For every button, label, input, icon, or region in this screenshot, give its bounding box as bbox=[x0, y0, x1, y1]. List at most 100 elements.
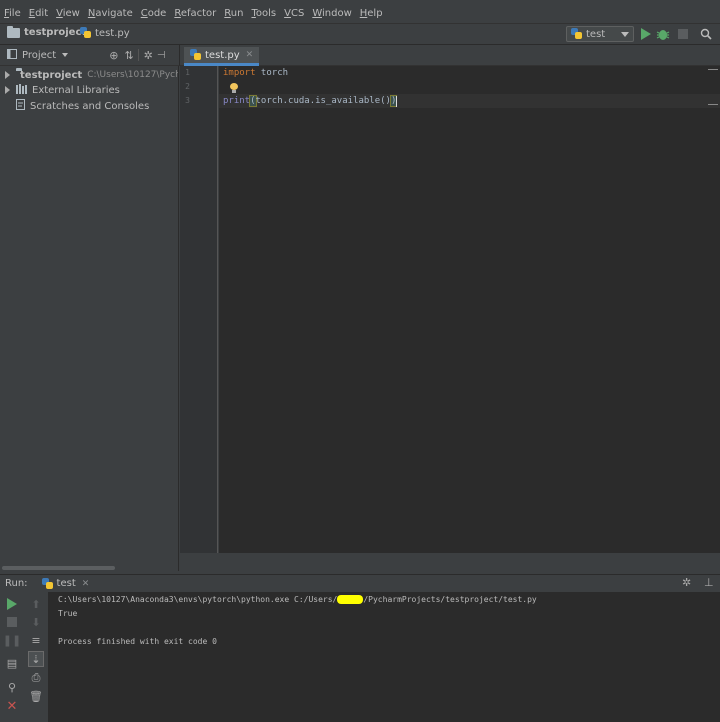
pin-icon[interactable]: ⚲ bbox=[4, 679, 20, 695]
menu-edit[interactable]: Edit bbox=[25, 8, 52, 19]
editor-gutter: 1 2 3 bbox=[180, 66, 218, 553]
breadcrumb-project-label: testproject bbox=[24, 27, 87, 38]
run-tab-label: test bbox=[56, 578, 76, 589]
hide-icon[interactable]: ⊣ bbox=[157, 50, 166, 61]
project-view-icon bbox=[7, 48, 17, 62]
run-button[interactable] bbox=[639, 27, 653, 41]
scratches-icon bbox=[16, 99, 26, 113]
project-view-select[interactable]: Project bbox=[22, 50, 56, 61]
search-button[interactable] bbox=[699, 27, 713, 41]
tree-item-label: External Libraries bbox=[32, 84, 120, 96]
folder-icon bbox=[7, 25, 20, 38]
code-editor[interactable]: import torch print(torch.cuda.is_availab… bbox=[219, 66, 720, 553]
lightbulb-icon[interactable] bbox=[230, 83, 238, 93]
scroll-to-end-icon[interactable]: ⇣ bbox=[28, 651, 44, 667]
play-icon bbox=[7, 598, 17, 610]
code-line-1: import torch bbox=[223, 66, 288, 80]
stop-button[interactable] bbox=[676, 27, 690, 41]
line-number: 3 bbox=[185, 96, 190, 105]
menu-vcs[interactable]: VCS bbox=[280, 8, 308, 19]
up-icon[interactable]: ⬆ bbox=[28, 596, 44, 612]
collapse-icon[interactable]: ⇅ bbox=[124, 49, 133, 62]
tree-item-path: C:\Users\10127\Pycha bbox=[87, 70, 179, 80]
close-icon[interactable]: ✕ bbox=[246, 50, 254, 60]
breadcrumb-project[interactable]: testproject bbox=[7, 25, 87, 38]
down-icon[interactable]: ⬇ bbox=[28, 614, 44, 630]
minimize-icon[interactable]: ⊥ bbox=[704, 576, 714, 589]
chevron-right-icon[interactable] bbox=[5, 86, 10, 94]
project-panel: testproject C:\Users\10127\Pycha Externa… bbox=[0, 66, 179, 571]
menu-window[interactable]: Window bbox=[308, 8, 355, 19]
run-configuration-select[interactable]: test bbox=[566, 26, 634, 42]
editor-tab-bar: test.py ✕ bbox=[179, 45, 720, 66]
code-text: torch bbox=[255, 68, 289, 78]
menu-help[interactable]: Help bbox=[356, 8, 387, 19]
editor-bottom-bar bbox=[180, 553, 720, 571]
run-configuration-value: test bbox=[586, 28, 606, 40]
console-exit-line: Process finished with exit code 0 bbox=[58, 637, 217, 646]
run-toolbar: ⬆ ⬇ ❚❚ ≡ ▤ ⇣ ⎙ ⚲ 🗑 ✕ bbox=[0, 592, 48, 722]
builtin-print: print bbox=[223, 96, 251, 106]
breadcrumb-file[interactable]: test.py bbox=[80, 27, 130, 39]
run-toolwindow-header: Run: test ✕ ✲ ⊥ bbox=[0, 574, 720, 592]
pause-icon[interactable]: ❚❚ bbox=[3, 632, 21, 648]
navigation-bar: testproject test.py test bbox=[0, 23, 720, 45]
code-line-3: print(torch.cuda.is_available()) bbox=[223, 94, 398, 108]
stop-icon bbox=[678, 29, 688, 39]
keyword-import: import bbox=[223, 68, 256, 78]
play-icon bbox=[641, 28, 651, 40]
rerun-button[interactable] bbox=[4, 596, 20, 612]
python-file-icon bbox=[41, 577, 53, 590]
menu-tools[interactable]: Tools bbox=[247, 8, 280, 19]
tab-test-py[interactable]: test.py ✕ bbox=[184, 47, 260, 66]
menu-navigate[interactable]: Navigate bbox=[84, 8, 137, 19]
run-console[interactable]: C:\Users\10127\Anaconda3\envs\pytorch\py… bbox=[48, 592, 720, 722]
bug-icon bbox=[656, 30, 670, 40]
project-toolwindow-header: Project ⊕ ⇅ ✲ ⊣ bbox=[0, 45, 179, 66]
menu-file[interactable]: File bbox=[0, 8, 25, 19]
python-file-icon bbox=[571, 28, 582, 40]
tab-label: test.py bbox=[205, 49, 240, 61]
breadcrumb-file-label: test.py bbox=[95, 27, 130, 39]
chevron-right-icon[interactable] bbox=[5, 71, 10, 79]
debug-button[interactable] bbox=[656, 27, 670, 41]
text-caret bbox=[396, 95, 398, 107]
console-command-line: C:\Users\10127\Anaconda3\envs\pytorch\py… bbox=[58, 595, 537, 604]
locate-icon[interactable]: ⊕ bbox=[109, 49, 118, 62]
run-tab-test[interactable]: test ✕ bbox=[38, 575, 94, 593]
search-icon bbox=[700, 28, 712, 40]
tree-item-label: Scratches and Consoles bbox=[30, 100, 150, 112]
gear-icon[interactable]: ✲ bbox=[682, 576, 691, 589]
menu-bar: File Edit View Navigate Code Refactor Ru… bbox=[0, 5, 720, 22]
error-stripe-mark[interactable] bbox=[708, 104, 718, 105]
menu-run[interactable]: Run bbox=[220, 8, 247, 19]
chevron-down-icon[interactable] bbox=[62, 53, 69, 57]
menu-code[interactable]: Code bbox=[137, 8, 171, 19]
library-icon bbox=[16, 83, 28, 97]
horizontal-scrollbar[interactable] bbox=[2, 566, 115, 570]
print-icon[interactable]: ⎙ bbox=[28, 670, 44, 686]
tree-item-testproject[interactable]: testproject C:\Users\10127\Pycha bbox=[0, 67, 179, 83]
menu-view[interactable]: View bbox=[52, 8, 84, 19]
divider bbox=[137, 49, 139, 61]
tree-item-scratches[interactable]: Scratches and Consoles bbox=[0, 98, 178, 114]
code-text: torch.cuda.is_available() bbox=[255, 96, 391, 106]
stop-icon bbox=[7, 617, 17, 627]
python-file-icon bbox=[80, 27, 91, 39]
trash-icon[interactable]: 🗑 bbox=[28, 688, 44, 704]
close-icon[interactable]: ✕ bbox=[82, 579, 90, 589]
close-icon[interactable]: ✕ bbox=[4, 698, 20, 714]
gear-icon[interactable]: ✲ bbox=[144, 49, 153, 62]
layout-icon[interactable]: ▤ bbox=[4, 655, 20, 671]
line-number: 2 bbox=[185, 82, 190, 91]
soft-wrap-icon[interactable]: ≡ bbox=[28, 632, 44, 648]
tree-item-label: testproject bbox=[20, 69, 83, 81]
error-stripe-mark[interactable] bbox=[708, 69, 718, 70]
tree-item-external-libraries[interactable]: External Libraries bbox=[0, 82, 178, 98]
stop-button[interactable] bbox=[4, 614, 20, 630]
run-label: Run: bbox=[5, 578, 28, 589]
line-number: 1 bbox=[185, 68, 190, 77]
console-output-line: True bbox=[58, 609, 78, 618]
redaction-mark bbox=[337, 595, 364, 604]
menu-refactor[interactable]: Refactor bbox=[170, 8, 220, 19]
